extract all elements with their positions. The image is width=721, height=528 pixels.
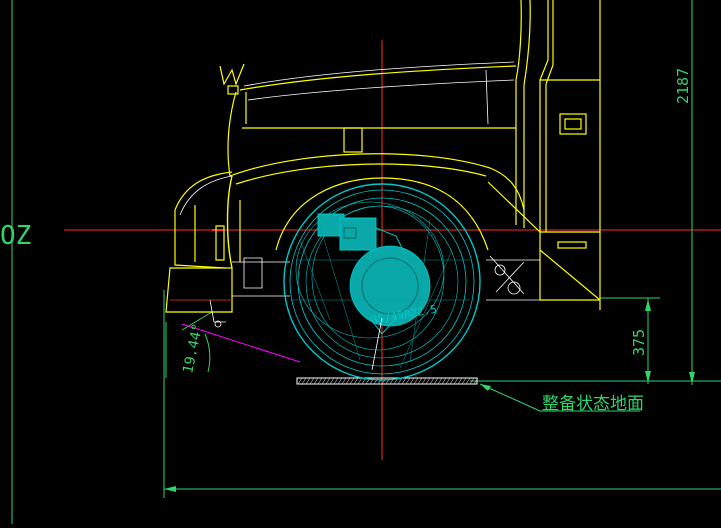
cab-pillar-inner <box>523 0 531 228</box>
headlamp <box>215 225 225 261</box>
hatch-line <box>381 377 387 385</box>
hatch-line <box>357 377 363 385</box>
cad-drawing-canvas[interactable]: OZ 2187 375 19.44° 35/45R22.5 整备状态地面 <box>0 0 721 524</box>
hatch-line <box>309 377 315 385</box>
door-handle-inner <box>564 118 582 130</box>
approach-angle-label: 19.44° <box>180 322 206 375</box>
hatch-line <box>301 377 307 385</box>
hatch-line <box>457 377 463 385</box>
length-arrow-left <box>164 486 176 492</box>
step-handle <box>557 241 587 249</box>
cab-door-edge-2 <box>545 0 554 232</box>
hatch-line <box>413 377 419 385</box>
ground-annotation-label: 整备状态地面 <box>542 394 644 414</box>
door-handle <box>559 113 587 135</box>
hatch-line <box>437 377 443 385</box>
hatch-line <box>445 377 451 385</box>
hatch-line <box>401 377 407 385</box>
hatch-line <box>421 377 427 385</box>
steering-box-port <box>343 227 357 239</box>
mirror-bracket <box>219 63 245 86</box>
bumper-front <box>174 210 226 269</box>
hood-seam <box>485 69 489 125</box>
fender-arch-top <box>229 153 525 211</box>
hatch-line <box>417 377 423 385</box>
step-diagonal <box>539 249 601 301</box>
front-step-box <box>165 267 233 313</box>
hood-front <box>227 91 237 177</box>
hatch-line <box>321 377 327 385</box>
angle-arc <box>204 333 211 373</box>
hatch-line <box>409 377 415 385</box>
cab-lower-diagonal <box>487 181 600 233</box>
mirror-base <box>227 85 239 95</box>
front-bracket <box>243 257 263 289</box>
ground-hatch <box>296 377 479 385</box>
hatch-line <box>353 377 359 385</box>
hatch-line <box>345 377 351 385</box>
fender-front-edge <box>226 175 233 269</box>
hood-latch <box>343 127 363 153</box>
hatch-line <box>349 377 355 385</box>
hatch-line <box>461 377 467 385</box>
hatch-line <box>297 377 303 385</box>
rear-linkage-pivot-2 <box>494 264 506 276</box>
hatch-line <box>405 377 411 385</box>
hatch-line <box>337 377 343 385</box>
ground-leader-arrow <box>480 384 491 391</box>
hatch-line <box>341 377 347 385</box>
hatch-line <box>305 377 311 385</box>
partial-dimension-label: OZ <box>0 221 31 251</box>
hatch-line <box>433 377 439 385</box>
hatch-line <box>453 377 459 385</box>
hatch-line <box>425 377 431 385</box>
rear-linkage-arms <box>489 255 525 295</box>
clearance-arrow-top <box>645 299 651 311</box>
hatch-line <box>377 377 383 385</box>
hatch-line <box>313 377 319 385</box>
hatch-line <box>325 377 331 385</box>
fender-arch-inner <box>235 163 487 185</box>
height-arrow-bottom <box>689 372 695 384</box>
hatch-line <box>333 377 339 385</box>
hatch-line <box>441 377 447 385</box>
hatch-line <box>429 377 435 385</box>
clearance-dimension-label: 375 <box>630 329 648 356</box>
hatch-line <box>449 377 455 385</box>
fender-front-white <box>179 175 233 216</box>
hatch-line <box>329 377 335 385</box>
cab-door-edge <box>539 0 549 232</box>
hatch-line <box>317 377 323 385</box>
hatch-line <box>385 377 391 385</box>
cad-drawing: OZ 2187 375 19.44° 35/45R22.5 整备状态地面 <box>0 0 721 524</box>
hatch-line <box>373 377 379 385</box>
hatch-line <box>465 377 471 385</box>
height-dimension-label: 2187 <box>674 68 692 104</box>
tow-hook <box>209 299 226 323</box>
